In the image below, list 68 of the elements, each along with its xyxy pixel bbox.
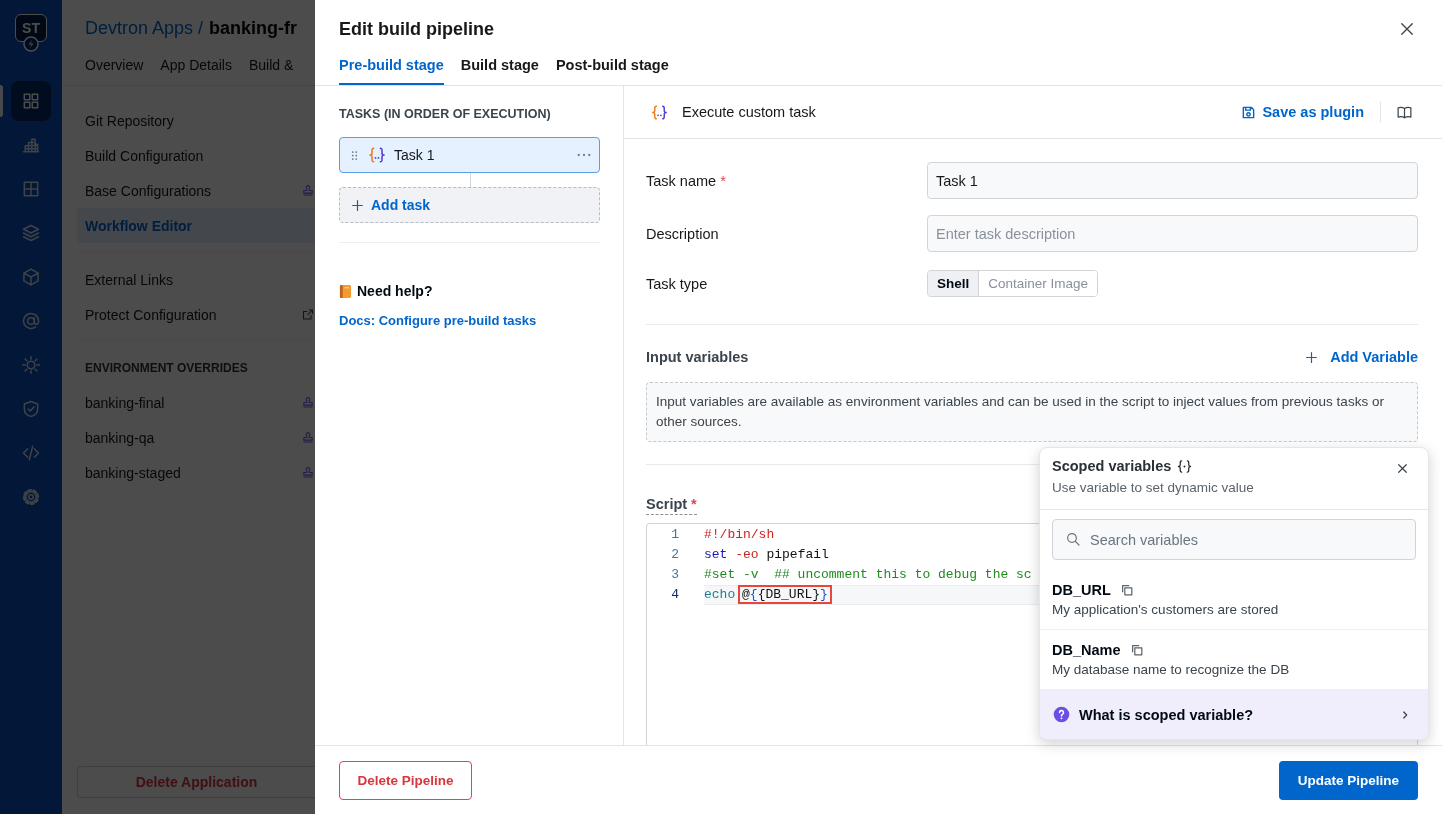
task-name: Task 1 [394,147,435,163]
help-title: Need help? [357,282,433,301]
stage-tab[interactable]: Post-build stage [555,50,669,85]
menu-label: External Links [85,271,173,288]
app-name: banking-fr [209,17,298,40]
line-number: 1 [671,526,679,544]
add-task-button[interactable]: Add task [339,187,600,223]
save-as-plugin-button[interactable]: Save as plugin [1241,104,1364,120]
docs-link[interactable]: Docs: Configure pre-build tasks [339,312,537,330]
book-icon [339,283,352,299]
close-icon[interactable] [1398,20,1416,38]
delete-pipeline-button[interactable]: Delete Pipeline [339,760,472,800]
plus-icon [351,198,364,212]
scoped-variable-help-button[interactable]: What is scoped variable? [1040,690,1428,739]
menu-label: Git Repository [85,112,174,129]
menu-label: banking-staged [85,464,181,481]
field-label: Description [646,225,719,242]
field-label: Task name * [646,172,726,189]
dialog-title: Edit build pipeline [339,18,494,40]
stage-tab[interactable]: Build stage [460,50,539,85]
search-icon [1065,531,1081,547]
more-icon[interactable] [577,153,591,157]
menu-label: Build Configuration [85,147,204,164]
braces-icon [650,102,669,122]
help-link-text: What is scoped variable? [1079,706,1255,723]
drag-handle-icon[interactable] [351,149,358,161]
task-card[interactable]: Task 1 [339,137,600,173]
menu-label: Base Configurations [85,182,212,199]
search-field[interactable]: Search variables [1052,519,1416,560]
menu-label: Protect Configuration [85,306,217,323]
update-pipeline-button[interactable]: Update Pipeline [1279,760,1418,800]
copy-icon[interactable] [1129,643,1144,657]
toggle-option[interactable]: Shell [928,271,979,296]
chevron-right-icon [1400,709,1410,720]
section-title: Input variables [646,349,749,365]
line-number: 3 [671,566,679,584]
tasks-heading: TASKS (IN ORDER OF EXECUTION) [339,106,552,123]
variable-name: DB_Name [1052,641,1121,660]
line-number: 2 [671,546,679,564]
text-input[interactable]: Task 1 [927,162,1418,199]
code-line: set -eo pipefail [704,546,829,564]
braces-icon [1176,457,1194,475]
info-note: Input variables are available as environment variables and can be used in the script to inject values from previous tasks or other sources. [646,382,1418,442]
menu-label: banking-final [85,394,165,411]
field-label: Task type [646,275,708,292]
menu-label: banking-qa [85,429,155,446]
section-heading: ENVIRONMENT OVERRIDES [85,360,249,376]
stage-tab[interactable]: Pre-build stage [339,50,444,85]
connector-line [470,173,471,187]
braces-icon [367,145,387,165]
toggle-option[interactable]: Container Image [978,271,1098,296]
save-icon [1241,104,1257,120]
field-label: Script * [646,495,697,515]
task-type-title: Execute custom task [682,104,816,120]
code-line: #!/bin/sh [704,526,775,544]
popover-subtitle: Use variable to set dynamic value [1052,479,1254,497]
menu-label: Workflow Editor [85,217,193,234]
variable-description: My database name to recognize the DB [1052,661,1290,679]
close-icon[interactable] [1396,462,1409,475]
plus-icon [1305,350,1319,364]
line-number: 4 [671,586,679,604]
add-variable-button[interactable]: Add Variable [1305,349,1418,365]
help-circle-icon [1053,706,1070,723]
breadcrumb-separator: / [198,17,204,40]
copy-icon[interactable] [1119,583,1134,597]
code-line: #set -v ## uncomment this to debug the sc [704,566,1032,584]
text-input[interactable]: Enter task description [927,215,1418,252]
popover-title: Scoped variables [1052,457,1172,476]
